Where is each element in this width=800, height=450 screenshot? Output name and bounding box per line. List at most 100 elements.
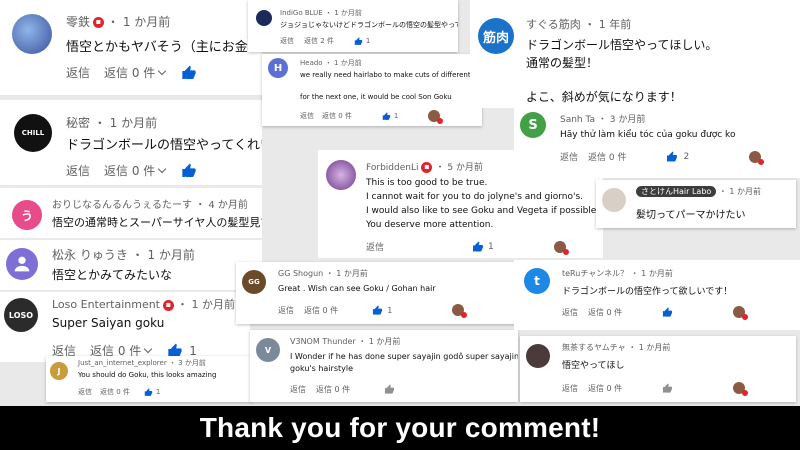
comment-time[interactable]: ・ 1 年前 [584, 18, 631, 31]
comment-author[interactable]: 無茶するヤムチャ [562, 343, 626, 352]
view-replies-button[interactable]: 返信 0 件 [588, 150, 626, 163]
like-button-icon[interactable] [354, 36, 363, 46]
like-button-icon[interactable] [181, 163, 197, 179]
avatar[interactable]: 筋肉 [478, 18, 514, 54]
comment-card-v3nom: V V3NOM Thunder ・ 1 か月前 I Wonder if he h… [250, 330, 518, 402]
reply-button[interactable]: 返信 [280, 36, 294, 46]
reply-button[interactable]: 返信 [300, 111, 314, 121]
like-button-icon[interactable] [662, 306, 673, 318]
view-replies-button[interactable]: 返信 2 件 [304, 36, 334, 46]
view-replies-button[interactable]: 返信 0 件 [104, 162, 155, 179]
avatar[interactable]: う [12, 200, 42, 230]
comment-card-matsunaga: 松永 りゅうき ・ 1 か月前 悟空とかみてみたいな [0, 240, 262, 290]
comment-card-sanh: S Sanh Ta ・ 3 か月前 Hãy thử làm kiểu tóc c… [514, 106, 800, 178]
member-badge-icon: ▪ [93, 17, 105, 28]
reply-button[interactable]: 返信 [290, 384, 306, 395]
thank-you-banner: Thank you for your comment! [0, 406, 800, 450]
avatar[interactable] [326, 160, 356, 190]
comment-author[interactable]: Just_an_internet_explorer [78, 359, 167, 367]
like-button-icon[interactable] [382, 111, 391, 121]
comment-author[interactable]: すぐる筋肉 [526, 18, 581, 31]
chevron-down-icon[interactable] [144, 344, 153, 354]
comment-time[interactable]: ・ 3 か月前 [598, 115, 645, 125]
comment-actions: 返信 返信 0 件 2 [560, 150, 765, 165]
comment-text: 髪切ってパーマかけたい [636, 210, 746, 221]
like-button-icon[interactable] [662, 382, 673, 394]
avatar[interactable] [12, 14, 52, 54]
reply-button[interactable]: 返信 [562, 383, 578, 394]
channel-owner-tag[interactable]: さとけんHair Labo [636, 186, 717, 197]
comment-author[interactable]: ForbiddenLi [366, 163, 418, 173]
reply-button[interactable]: 返信 [66, 64, 90, 81]
comment-author[interactable]: Sanh Ta [560, 115, 595, 125]
creator-heart-icon [428, 110, 444, 124]
comment-time[interactable]: ・ 1 か月前 [107, 15, 170, 29]
avatar[interactable]: J [50, 362, 68, 380]
reply-button[interactable]: 返信 [66, 162, 90, 179]
comment-author[interactable]: V3NOM Thunder [290, 337, 356, 346]
comment-author[interactable]: IndiGo BLUE [280, 9, 323, 17]
comment-author[interactable]: 秘密 [66, 116, 90, 130]
comment-author[interactable]: 松永 りゅうき [52, 248, 128, 262]
comment-time[interactable]: ・ 1 か月前 [132, 248, 195, 262]
comment-time[interactable]: ・ 1 か月前 [631, 269, 673, 278]
view-replies-button[interactable]: 返信 0 件 [588, 383, 622, 394]
comment-author[interactable]: GG Shogun [278, 269, 323, 278]
reply-button[interactable]: 返信 [560, 150, 578, 163]
comment-author[interactable]: 零鉄 [66, 15, 90, 29]
reply-button[interactable]: 返信 [366, 240, 384, 253]
view-replies-button[interactable]: 返信 0 件 [316, 384, 350, 395]
comment-author[interactable]: teRuチャンネル？ [562, 269, 628, 278]
comment-time[interactable]: ・ 1 か月前 [94, 116, 157, 130]
like-button-icon[interactable] [472, 241, 484, 253]
member-badge-icon: ▪ [421, 162, 433, 173]
comment-time[interactable]: ・ 4 か月前 [195, 200, 248, 211]
avatar[interactable] [526, 344, 550, 368]
reply-button[interactable]: 返信 [562, 307, 578, 318]
comment-time[interactable]: ・ 1 か月前 [326, 269, 368, 278]
view-replies-button[interactable]: 返信 0 件 [104, 64, 155, 81]
view-replies-button[interactable]: 返信 0 件 [322, 111, 352, 121]
comment-time[interactable]: ・ 1 か月前 [325, 9, 362, 17]
creator-heart-icon [733, 306, 749, 320]
like-count: 1 [155, 388, 161, 396]
chevron-down-icon[interactable] [158, 164, 167, 174]
avatar[interactable] [6, 248, 38, 280]
like-button-icon[interactable] [666, 151, 678, 163]
comment-card-ggshogun: GG GG Shogun ・ 1 か月前 Great . Wish can se… [236, 262, 516, 324]
reply-button[interactable]: 返信 [278, 305, 294, 316]
comment-author[interactable]: Loso Entertainment [52, 298, 160, 311]
comment-author[interactable]: Heado [300, 59, 323, 67]
avatar[interactable]: t [524, 268, 550, 294]
reply-button[interactable]: 返信 [78, 387, 92, 397]
like-button-icon[interactable] [372, 304, 383, 316]
comment-actions: 返信 1 [366, 240, 569, 255]
avatar[interactable]: V [256, 338, 280, 362]
comment-time[interactable]: ・ 1 か月前 [719, 187, 761, 196]
view-replies-button[interactable]: 返信 0 件 [588, 307, 622, 318]
avatar[interactable]: GG [242, 270, 266, 294]
like-button-icon[interactable] [144, 387, 153, 397]
avatar[interactable]: S [520, 112, 546, 138]
avatar[interactable] [256, 10, 272, 26]
comment-text-line: You deserve more attention. [366, 220, 494, 230]
comment-time[interactable]: ・ 5 か月前 [435, 163, 482, 173]
view-replies-button[interactable]: 返信 0 件 [100, 387, 130, 397]
view-replies-button[interactable]: 返信 0 件 [304, 305, 338, 316]
like-button-icon[interactable] [384, 384, 395, 395]
comment-text-line: I would also like to see Goku and Vegeta… [366, 206, 600, 216]
avatar[interactable]: H [268, 58, 288, 78]
comment-time[interactable]: ・ 1 か月前 [177, 298, 235, 311]
comment-time[interactable]: ・ 3 か月前 [169, 359, 206, 367]
comment-time[interactable]: ・ 1 か月前 [628, 343, 670, 352]
person-icon [14, 256, 30, 272]
like-button-icon[interactable] [181, 65, 197, 81]
comment-text: You should do Goku, this looks amazing [78, 371, 217, 379]
avatar[interactable]: CHILL [14, 114, 52, 152]
avatar[interactable]: LOSO [4, 298, 38, 332]
comment-time[interactable]: ・ 1 か月前 [325, 59, 362, 67]
comment-time[interactable]: ・ 1 か月前 [358, 337, 400, 346]
avatar[interactable] [602, 188, 626, 212]
comment-author[interactable]: おりじなるんるんうぇるたーす [52, 200, 192, 211]
chevron-down-icon[interactable] [158, 66, 167, 76]
